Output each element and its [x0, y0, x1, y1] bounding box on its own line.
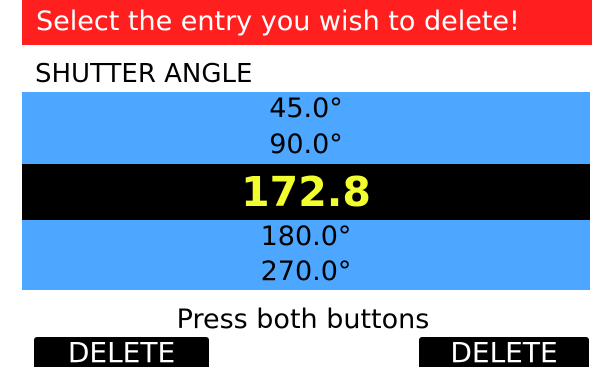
- delete-button-right[interactable]: DELETE: [419, 337, 589, 369]
- list-item[interactable]: 180.0°: [22, 220, 590, 255]
- list-item[interactable]: 45.0°: [22, 92, 590, 128]
- page-title: Select the entry you wish to delete!: [36, 6, 520, 37]
- instruction-text: Press both buttons: [176, 304, 430, 335]
- shutter-angle-list: 45.0° 90.0° 172.8 180.0° 270.0°: [22, 92, 590, 290]
- list-item[interactable]: 90.0°: [22, 128, 590, 164]
- section-label: SHUTTER ANGLE: [35, 59, 253, 89]
- delete-button-left[interactable]: DELETE: [34, 337, 209, 369]
- list-item[interactable]: 270.0°: [22, 255, 590, 290]
- selected-list-item[interactable]: 172.8: [22, 164, 590, 220]
- delete-entry-screen: Select the entry you wish to delete! SHU…: [0, 0, 606, 369]
- title-bar: Select the entry you wish to delete!: [20, 0, 592, 45]
